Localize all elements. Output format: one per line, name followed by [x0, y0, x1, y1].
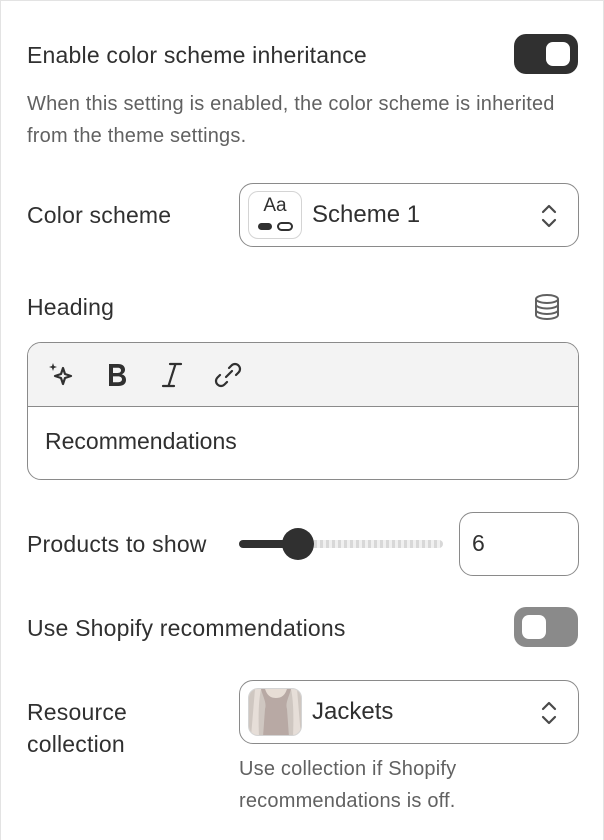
- link-icon[interactable]: [212, 359, 244, 391]
- chevron-up-down-icon: [541, 701, 557, 725]
- inheritance-help: When this setting is enabled, the color …: [27, 93, 555, 147]
- bold-icon[interactable]: [101, 359, 133, 391]
- color-scheme-label: Color scheme: [27, 202, 172, 228]
- resource-collection-help-line2: recommendations is off.: [239, 790, 456, 812]
- shopify-recommendations-toggle[interactable]: [514, 607, 578, 647]
- italic-icon[interactable]: [156, 359, 188, 391]
- toggle-knob: [546, 42, 570, 66]
- shopify-recommendations-label: Use Shopify recommendations: [27, 615, 346, 641]
- resource-collection-label-line2: collection: [27, 731, 125, 757]
- collection-image: [248, 688, 302, 736]
- scheme-swatch-outline: [277, 222, 293, 231]
- color-scheme-value: Scheme 1: [312, 201, 421, 228]
- chevron-up-down-icon: [541, 204, 557, 228]
- scheme-preview-text: Aa: [263, 195, 287, 216]
- sparkle-icon[interactable]: [45, 359, 77, 391]
- inheritance-label: Enable color scheme inheritance: [27, 42, 367, 68]
- scheme-preview-thumb: Aa: [248, 191, 302, 239]
- heading-text-field[interactable]: Recommendations: [45, 425, 237, 457]
- rte-toolbar: [28, 343, 578, 407]
- products-count-value: 6: [472, 530, 485, 556]
- resource-collection-label-line1: Resource: [27, 699, 128, 725]
- resource-collection-select[interactable]: Jackets: [239, 680, 579, 744]
- color-scheme-select[interactable]: Aa Scheme 1: [239, 183, 579, 247]
- resource-collection-value: Jackets: [312, 698, 394, 725]
- heading-label: Heading: [27, 294, 115, 320]
- slider-handle[interactable]: [282, 528, 314, 560]
- database-icon[interactable]: [533, 293, 561, 321]
- inheritance-toggle[interactable]: [514, 34, 578, 74]
- toggle-knob: [522, 615, 546, 639]
- products-to-show-label: Products to show: [27, 531, 207, 557]
- resource-collection-help-line1: Use collection if Shopify: [239, 758, 457, 780]
- products-slider[interactable]: [239, 524, 443, 564]
- settings-panel: Enable color scheme inheritance When thi…: [0, 0, 604, 840]
- slider-track: [308, 540, 443, 548]
- heading-rich-text-editor: Recommendations: [27, 342, 579, 480]
- products-count-input[interactable]: 6: [459, 512, 579, 576]
- scheme-swatch-solid: [258, 223, 272, 230]
